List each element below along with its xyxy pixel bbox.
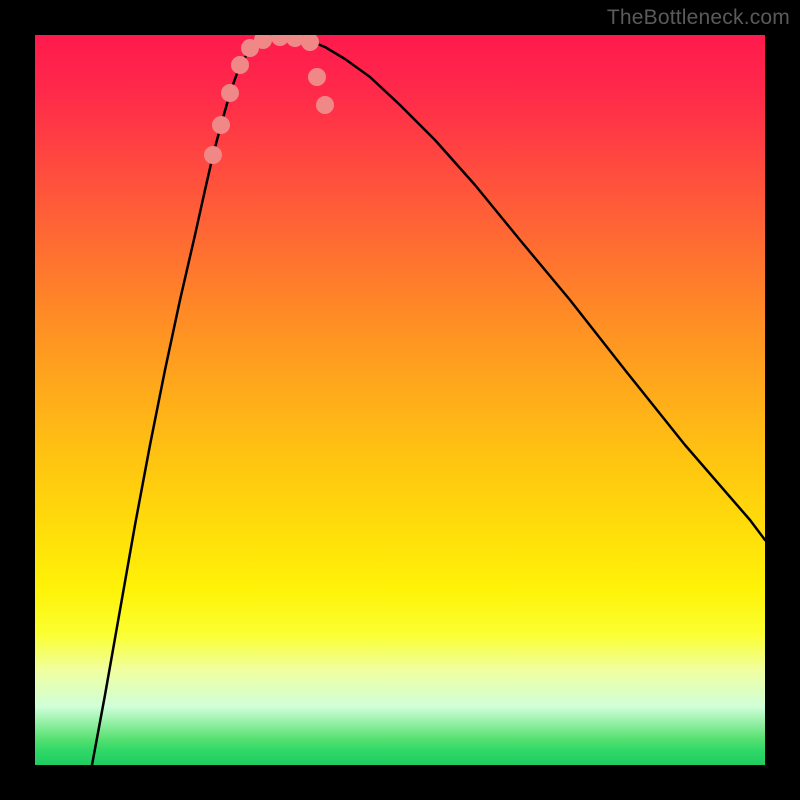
marker-dot	[308, 68, 326, 86]
curve-line	[92, 37, 765, 765]
marker-dot	[231, 56, 249, 74]
marker-dot	[301, 35, 319, 51]
marker-dot	[204, 146, 222, 164]
marker-dot	[221, 84, 239, 102]
marker-dot	[212, 116, 230, 134]
marker-dot	[316, 96, 334, 114]
chart-frame: TheBottleneck.com	[0, 0, 800, 800]
chart-svg	[35, 35, 765, 765]
watermark-text: TheBottleneck.com	[607, 6, 790, 30]
marker-group	[204, 35, 334, 164]
plot-area	[35, 35, 765, 765]
